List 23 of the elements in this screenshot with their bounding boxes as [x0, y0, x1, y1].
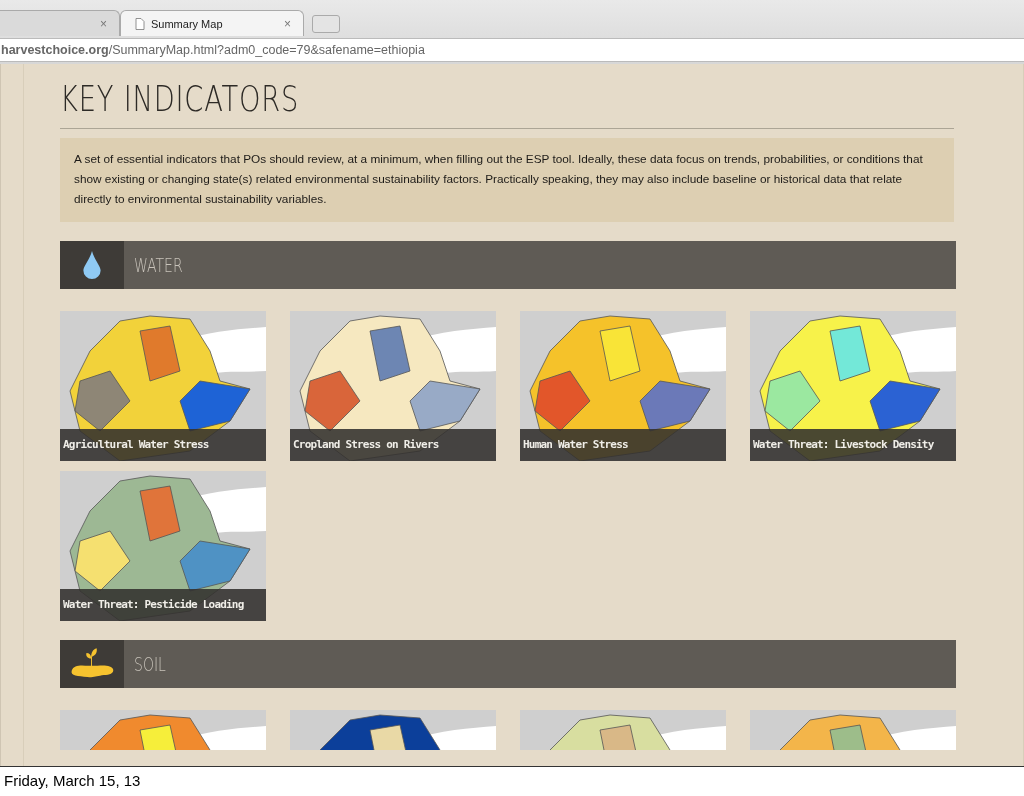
tab-title: Summary Map — [151, 17, 224, 30]
close-button[interactable]: × — [284, 16, 291, 31]
section-title: SOIL — [134, 652, 166, 676]
new-tab-button[interactable] — [312, 15, 340, 33]
map-caption: Human Water Stress — [520, 429, 726, 461]
map-caption: Agricultural Water Stress — [60, 429, 266, 461]
page-heading: KEY INDICATORS — [60, 78, 301, 120]
map-tile[interactable]: Water Threat: Pesticide Loading — [60, 471, 266, 621]
map-tile[interactable]: Human Water Stress — [520, 311, 726, 461]
sprout-icon — [69, 648, 115, 680]
page-icon — [135, 17, 145, 30]
map-tile[interactable]: Agricultural Water Stress — [60, 311, 266, 461]
map-caption: Water Threat: Pesticide Loading — [60, 589, 266, 621]
browser-tab[interactable]: Summary Map × — [120, 10, 304, 36]
description-text: A set of essential indicators that POs should review, at a minimum, when filling out the ESP tool. Ideally, these data focus on trends, probabilities, or conditions that show existing or changing state(s) related environmental sustainability factors. Practically speaking, they may also include baseline or historical data that relate directly to environmental sustainability variables. — [60, 138, 954, 222]
address-bar[interactable]: harvestchoice.org/SummaryMap.html?adm0_code=79&safename=ethiopia — [0, 38, 1024, 62]
date-caption: Friday, March 15, 13 — [3, 772, 141, 789]
map-caption: Cropland Stress on Rivers — [290, 429, 496, 461]
water-drop-icon — [83, 251, 101, 279]
map-tile[interactable]: Cropland Stress on Rivers — [290, 311, 496, 461]
map-caption: Water Threat: Livestock Density — [750, 429, 956, 461]
section-title: WATER — [134, 253, 183, 277]
map-tile[interactable]: Water Threat: Livestock Density — [750, 311, 956, 461]
